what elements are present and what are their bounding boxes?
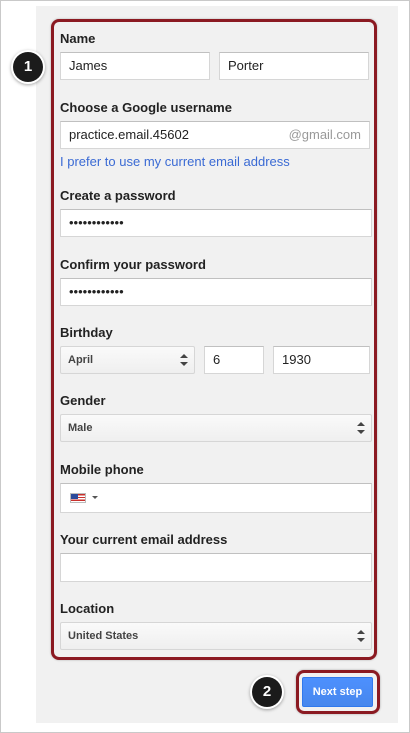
location-select[interactable]: United States — [60, 622, 372, 650]
mobile-phone-input[interactable] — [60, 483, 372, 513]
confirm-password-input[interactable]: •••••••••••• — [60, 278, 372, 306]
birthday-day-input[interactable]: 6 — [204, 346, 264, 374]
step-1-badge: 1 — [13, 52, 43, 82]
gender-value: Male — [68, 422, 93, 434]
use-current-email-link[interactable]: I prefer to use my current email address — [60, 154, 290, 169]
last-name-input[interactable]: Porter — [219, 52, 369, 80]
updown-arrows-icon — [357, 421, 365, 435]
next-step-button[interactable]: Next step — [302, 677, 373, 707]
location-label: Location — [60, 601, 115, 616]
password-label: Create a password — [60, 188, 176, 203]
name-label: Name — [60, 31, 96, 46]
birthday-label: Birthday — [60, 325, 113, 340]
first-name-input[interactable]: James — [60, 52, 210, 80]
username-value: practice.email.45602 — [69, 127, 189, 142]
current-email-label: Your current email address — [60, 532, 228, 547]
current-email-input[interactable] — [60, 553, 372, 582]
birthday-month-value: April — [68, 354, 94, 366]
step-2-badge: 2 — [252, 677, 282, 707]
mobile-phone-label: Mobile phone — [60, 462, 144, 477]
birthday-month-select[interactable]: April — [60, 346, 195, 374]
location-value: United States — [68, 630, 139, 642]
gender-label: Gender — [60, 393, 106, 408]
birthday-year-input[interactable]: 1930 — [273, 346, 370, 374]
chevron-down-icon[interactable] — [92, 496, 98, 499]
username-input[interactable]: practice.email.45602 @gmail.com — [60, 121, 370, 149]
us-flag-icon[interactable] — [70, 493, 86, 503]
gmail-suffix: @gmail.com — [288, 127, 361, 142]
confirm-password-label: Confirm your password — [60, 257, 206, 272]
updown-arrows-icon — [180, 353, 188, 367]
gender-select[interactable]: Male — [60, 414, 372, 442]
password-input[interactable]: •••••••••••• — [60, 209, 372, 237]
updown-arrows-icon — [357, 629, 365, 643]
username-label: Choose a Google username — [60, 100, 232, 115]
